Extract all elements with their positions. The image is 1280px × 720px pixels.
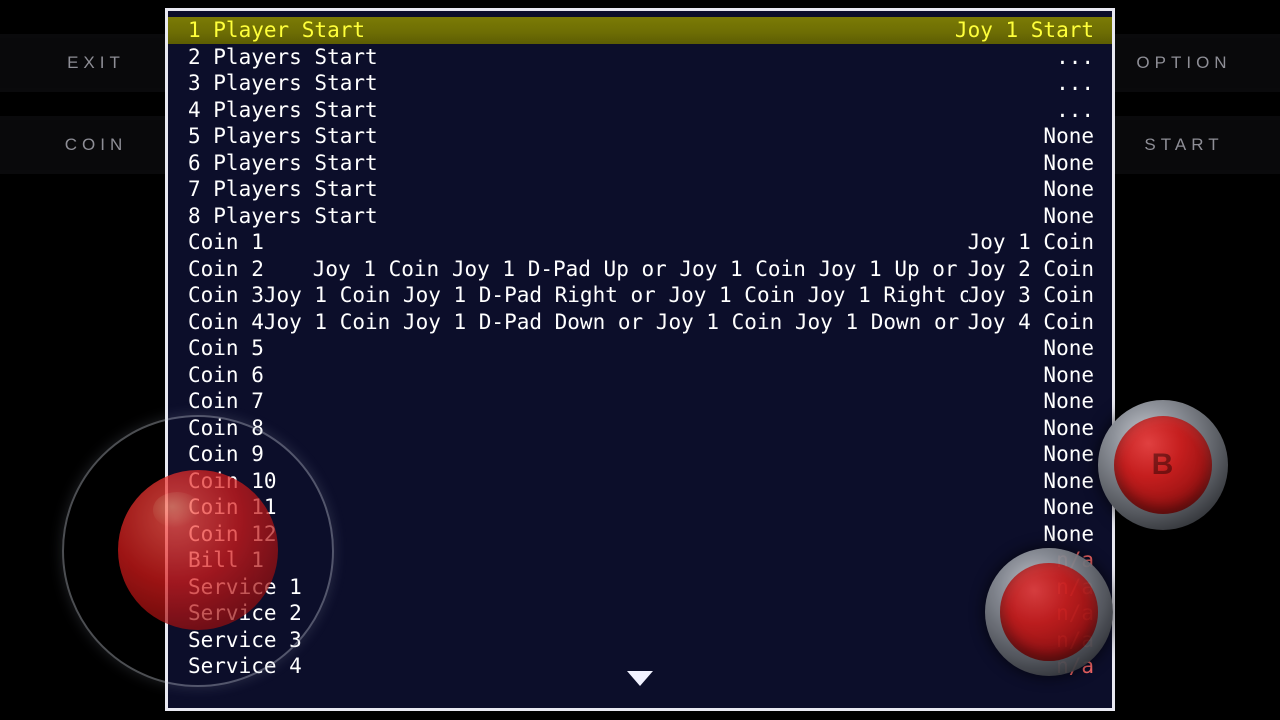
menu-row-label: Coin 7 — [188, 389, 264, 413]
menu-row[interactable]: Coin 8 None — [168, 415, 1112, 442]
menu-row-value[interactable]: None — [1043, 388, 1094, 415]
coin-button-label: COIN — [64, 135, 128, 154]
virtual-button-b-cap: B — [1113, 415, 1213, 515]
menu-row-label: 5 Players Start — [188, 124, 378, 148]
menu-row[interactable]: 2 Players Start... — [168, 44, 1112, 71]
menu-row-value[interactable]: None — [1043, 150, 1094, 177]
menu-row[interactable]: Coin 7 None — [168, 388, 1112, 415]
menu-row-label: 6 Players Start — [188, 150, 378, 175]
menu-row-value[interactable]: Joy 1 Coin — [968, 229, 1094, 256]
menu-row-label: Coin 8 — [188, 415, 264, 440]
menu-row-value[interactable]: ... — [1056, 97, 1094, 124]
menu-row[interactable]: Bill 1n/a — [168, 547, 1112, 574]
menu-row-value[interactable]: None — [1043, 123, 1094, 150]
menu-row[interactable]: 8 Players Start None — [168, 203, 1112, 230]
menu-row[interactable]: Coin 3 Joy 1 Coin Joy 1 D-Pad Right or Jo… — [168, 282, 1112, 309]
menu-row[interactable]: Coin 10None — [168, 468, 1112, 495]
scroll-down-arrow-icon[interactable] — [627, 671, 653, 686]
virtual-button-b[interactable]: B — [1098, 400, 1228, 530]
menu-row-sequence: Joy 1 Coin Joy 1 D-Pad Right or Joy 1 Co… — [263, 283, 968, 307]
menu-row[interactable]: Coin 4 Joy 1 Coin Joy 1 D-Pad Down or Joy… — [168, 309, 1112, 336]
menu-row-value[interactable]: Joy 1 Start — [955, 17, 1094, 44]
menu-row-value[interactable]: ... — [1056, 70, 1094, 97]
menu-row-label: Coin 6 — [188, 362, 264, 387]
menu-row-label: 1 Player Start — [188, 18, 366, 42]
menu-row-label: 4 Players Start — [188, 97, 378, 122]
menu-row[interactable]: Coin 12None — [168, 521, 1112, 548]
menu-row[interactable]: 6 Players Start None — [168, 150, 1112, 177]
option-button-label: OPTION — [1136, 53, 1232, 72]
menu-row-label: 2 Players Start — [188, 44, 378, 69]
menu-row-value[interactable]: None — [1043, 441, 1094, 468]
menu-row[interactable]: Service 2n/a — [168, 600, 1112, 627]
menu-row-label: 7 Players Start — [188, 177, 378, 201]
menu-row[interactable]: 7 Players Start None — [168, 176, 1112, 203]
menu-row-label: Coin 4 — [188, 309, 264, 334]
menu-row-label: Coin 9 — [188, 442, 264, 466]
menu-row-label: Service 4 — [188, 654, 302, 678]
input-config-menu-panel: 1 Player Start Joy 1 Start 2 Players Start… — [165, 8, 1115, 711]
menu-row[interactable]: Service 1n/a — [168, 574, 1112, 601]
menu-row-value[interactable]: None — [1043, 362, 1094, 389]
menu-row-value[interactable]: None — [1043, 176, 1094, 203]
menu-row-value[interactable]: ... — [1056, 44, 1094, 71]
menu-row[interactable]: 4 Players Start... — [168, 97, 1112, 124]
menu-row-sequence: Joy 1 Coin Joy 1 D-Pad Down or Joy 1 Coi… — [263, 309, 960, 334]
menu-row-label: 8 Players Start — [188, 203, 378, 228]
menu-row-value[interactable]: None — [1043, 468, 1094, 495]
menu-row[interactable]: Coin 6 None — [168, 362, 1112, 389]
menu-row-value[interactable]: None — [1043, 494, 1094, 521]
emulator-screen: EXIT COIN OPTION START 1 Player Start Joy… — [0, 0, 1280, 720]
menu-row-sequence: Joy 1 Coin Joy 1 D-Pad Up or Joy 1 Coin … — [312, 256, 958, 281]
menu-row[interactable]: Coin 9 None — [168, 441, 1112, 468]
menu-row[interactable]: Coin 5 None — [168, 335, 1112, 362]
menu-row-value[interactable]: None — [1043, 203, 1094, 230]
menu-row[interactable]: 5 Players Start None — [168, 123, 1112, 150]
virtual-button-a-cap — [1000, 563, 1098, 661]
menu-row-label: Coin 3 — [188, 283, 264, 307]
menu-row-label: Coin 5 — [188, 336, 264, 360]
menu-row[interactable]: 3 Players Start... — [168, 70, 1112, 97]
menu-row[interactable]: Coin 11None — [168, 494, 1112, 521]
menu-row[interactable]: Coin 2 Joy 1 Coin Joy 1 D-Pad Up or Joy 1… — [168, 256, 1112, 283]
start-button-label: START — [1144, 135, 1224, 154]
menu-row-value[interactable]: Joy 3 Coin — [968, 282, 1094, 309]
menu-row-label: Service 3 — [188, 627, 302, 652]
menu-row[interactable]: Service 3n/a — [168, 627, 1112, 654]
menu-row-value[interactable]: None — [1043, 415, 1094, 442]
virtual-button-b-label: B — [1151, 448, 1175, 481]
virtual-joystick-ball[interactable] — [118, 470, 278, 630]
input-config-menu-list[interactable]: 1 Player Start Joy 1 Start 2 Players Start… — [168, 11, 1112, 680]
menu-row-value[interactable]: None — [1043, 521, 1094, 548]
virtual-button-a[interactable] — [985, 548, 1113, 676]
menu-row-value[interactable]: Joy 2 Coin — [968, 256, 1094, 283]
menu-row[interactable]: Coin 1 Joy 1 Coin — [168, 229, 1112, 256]
menu-row-label: 3 Players Start — [188, 71, 378, 95]
menu-row-value[interactable]: None — [1043, 335, 1094, 362]
exit-button-label: EXIT — [67, 53, 125, 72]
menu-row-value[interactable]: Joy 4 Coin — [968, 309, 1094, 336]
menu-row-label: Coin 1 — [188, 230, 264, 254]
menu-row-label: Coin 2 — [188, 256, 264, 281]
menu-row[interactable]: 1 Player Start Joy 1 Start — [168, 17, 1112, 44]
